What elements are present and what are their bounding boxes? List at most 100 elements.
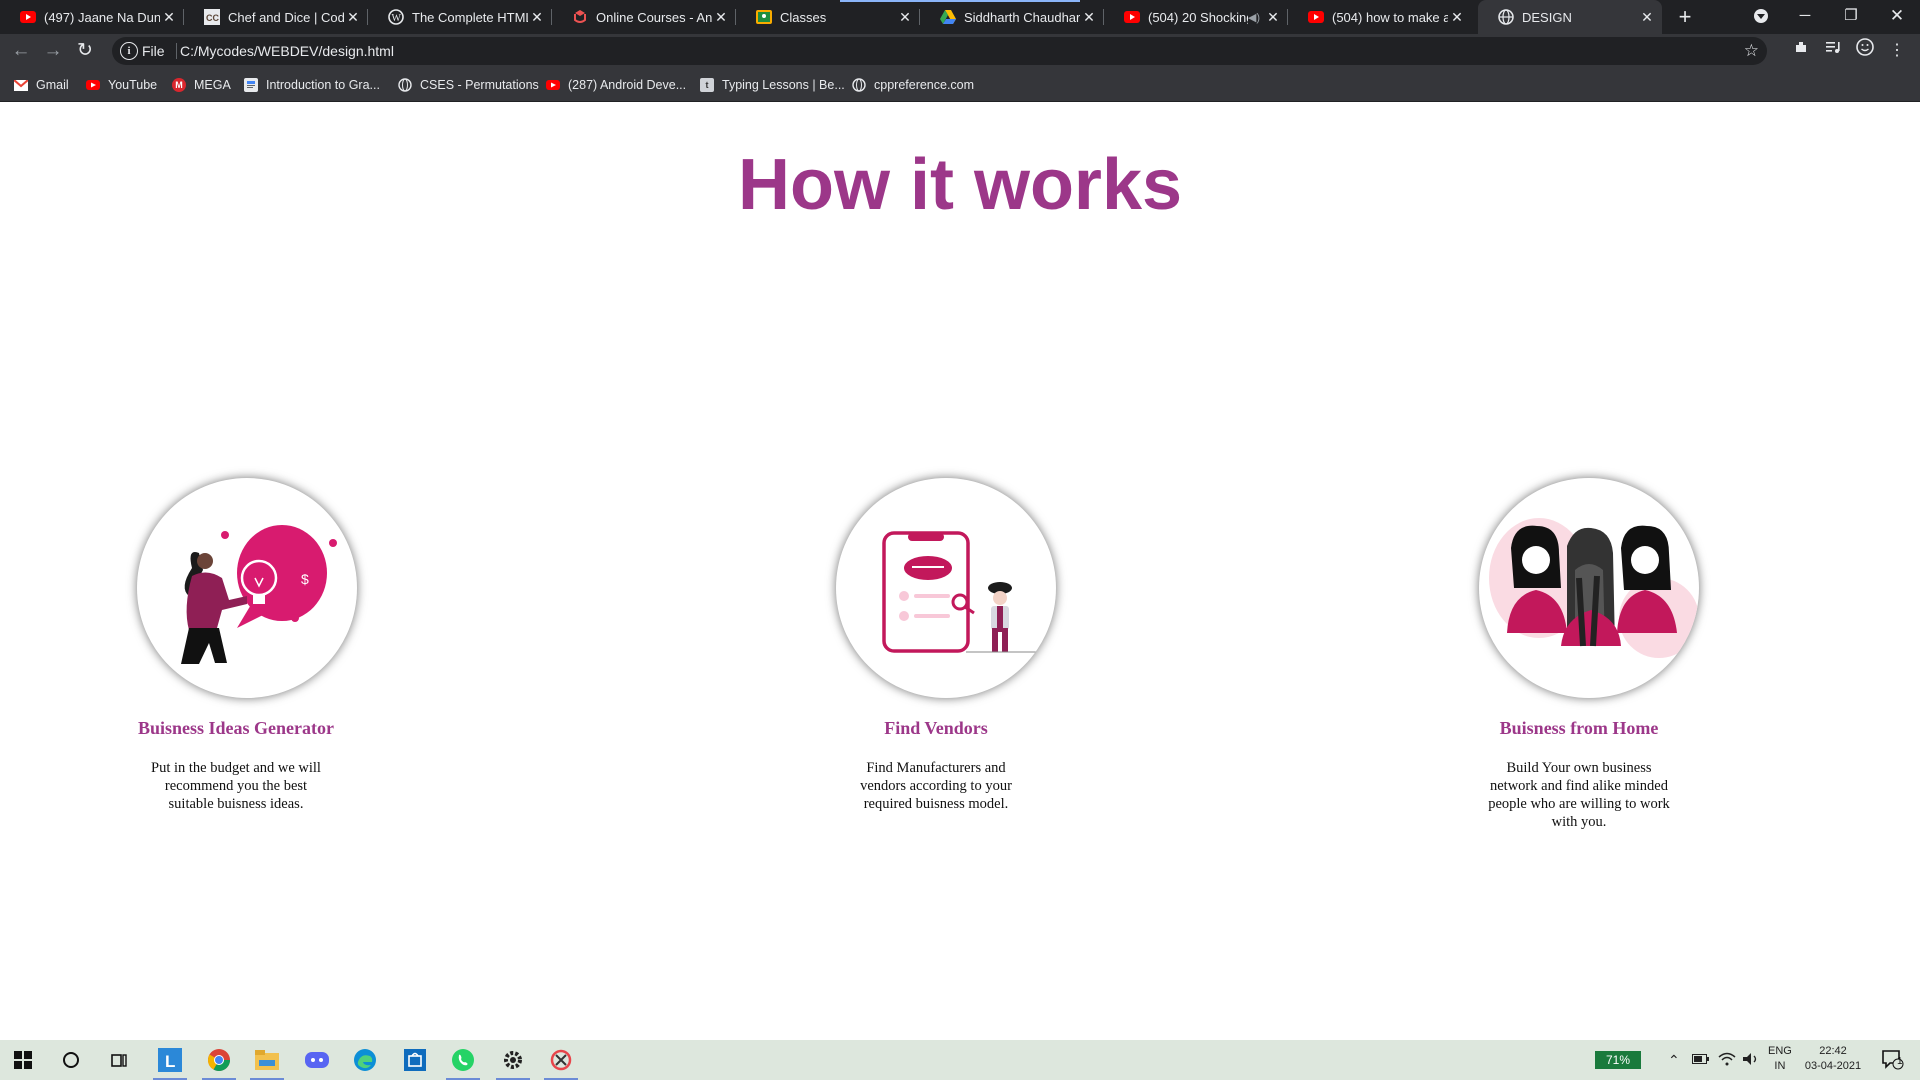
bookmark-label: Introduction to Gra... <box>266 78 380 92</box>
battery-icon[interactable] <box>1692 1052 1710 1068</box>
windows-start-icon[interactable] <box>0 1040 46 1080</box>
close-window-icon[interactable]: ✕ <box>1874 0 1920 34</box>
wifi-icon[interactable] <box>1718 1052 1736 1069</box>
url-text[interactable]: C:/Mycodes/WEBDEV/design.html <box>180 43 394 59</box>
profile-icon[interactable] <box>1738 0 1784 34</box>
tab-title: Chef and Dice | CodeC <box>228 9 344 25</box>
close-icon[interactable]: ✕ <box>1264 9 1282 26</box>
close-icon[interactable]: ✕ <box>1448 9 1466 26</box>
language-indicator[interactable]: ENG IN <box>1768 1044 1792 1074</box>
card-description: Build Your own business network and find… <box>1488 760 1670 830</box>
language-code: ENG <box>1768 1045 1792 1057</box>
bookmark-label: Typing Lessons | Be... <box>722 78 845 92</box>
extensions-icon[interactable] <box>1788 38 1814 64</box>
tab-1[interactable]: (497) Jaane Na Dunga ✕ <box>0 0 184 34</box>
back-icon[interactable]: ← <box>8 38 34 64</box>
star-icon[interactable]: ☆ <box>1744 41 1759 61</box>
tab-5[interactable]: Classes ✕ <box>736 0 920 34</box>
youtube-icon <box>1308 9 1324 25</box>
udemy-icon <box>572 9 588 25</box>
store-icon[interactable] <box>392 1040 438 1080</box>
tab-7[interactable]: (504) 20 Shocking ◀) ✕ <box>1104 0 1288 34</box>
woman-with-lightbulb-illustration: $ <box>137 478 357 698</box>
bookmark-label: CSES - Permutations <box>420 78 539 92</box>
forward-icon[interactable]: → <box>40 38 66 64</box>
l-app-icon[interactable]: L <box>147 1040 193 1080</box>
browser-toolbar: ← → ↻ i File C:/Mycodes/WEBDEV/design.ht… <box>0 34 1920 68</box>
bookmark-label: YouTube <box>108 78 158 92</box>
close-icon[interactable]: ✕ <box>528 9 546 26</box>
restore-icon[interactable]: ❐ <box>1828 0 1874 34</box>
tab-title: (504) 20 Shocking <box>1148 9 1248 25</box>
bookmark-gmail[interactable]: Gmail <box>14 77 69 93</box>
clock-date: 03-04-2021 <box>1804 1060 1862 1072</box>
tab-8[interactable]: (504) how to make a w ✕ <box>1288 0 1472 34</box>
page-viewport: How it works $ Buisness Ideas Generator … <box>0 102 1920 1040</box>
bookmark-label: Gmail <box>36 78 69 92</box>
chrome-icon[interactable] <box>196 1040 242 1080</box>
volume-icon[interactable] <box>1742 1052 1760 1069</box>
tab-2[interactable]: CC Chef and Dice | CodeC ✕ <box>184 0 368 34</box>
clock-time: 22:42 <box>1819 1045 1847 1057</box>
google-drive-icon <box>940 9 956 25</box>
edge-icon[interactable] <box>342 1040 388 1080</box>
tab-title: Online Courses - Anyti <box>596 9 712 25</box>
close-icon[interactable]: ✕ <box>896 9 914 26</box>
settings-icon[interactable] <box>490 1040 536 1080</box>
address-bar[interactable]: i File C:/Mycodes/WEBDEV/design.html ☆ <box>112 37 1767 65</box>
snip-icon[interactable] <box>538 1040 584 1080</box>
card-description: Put in the budget and we will recommend … <box>151 760 321 812</box>
close-icon[interactable]: ✕ <box>1638 9 1656 26</box>
discord-icon[interactable] <box>294 1040 340 1080</box>
windows-taskbar: L 71% ⌃ ENG IN 22:42 03-04-2021 1 <box>0 1040 1920 1080</box>
reload-icon[interactable]: ↻ <box>72 38 98 64</box>
chevron-up-icon[interactable]: ⌃ <box>1668 1052 1680 1069</box>
card-title: Find Vendors <box>884 718 988 738</box>
bookmark-typing-lessons[interactable]: t Typing Lessons | Be... <box>700 77 845 93</box>
globe-icon <box>1498 9 1514 25</box>
globe-icon <box>852 78 866 92</box>
bookmark-intro-graph[interactable]: Introduction to Gra... <box>244 77 380 93</box>
file-explorer-icon[interactable] <box>244 1040 290 1080</box>
search-icon[interactable] <box>48 1040 94 1080</box>
tab-title: Classes <box>780 9 827 25</box>
bookmark-youtube[interactable]: YouTube <box>86 77 157 93</box>
close-icon[interactable]: ✕ <box>712 9 730 26</box>
card-title: Buisness from Home <box>1499 718 1659 738</box>
tab-4[interactable]: Online Courses - Anyti ✕ <box>552 0 736 34</box>
close-icon[interactable]: ✕ <box>1080 9 1098 26</box>
card-title: Buisness Ideas Generator <box>137 718 334 738</box>
bookmark-page-icon <box>244 78 258 92</box>
youtube-icon <box>20 9 36 25</box>
avatar-icon[interactable] <box>1852 38 1878 64</box>
minimize-icon[interactable]: ─ <box>1782 0 1828 34</box>
bookmark-android-dev[interactable]: (287) Android Deve... <box>546 77 686 93</box>
bookmark-label: MEGA <box>194 78 231 92</box>
three-women-illustration <box>1479 478 1699 698</box>
tab-3[interactable]: W The Complete HTML& ✕ <box>368 0 552 34</box>
menu-kebab-icon[interactable]: ⋮ <box>1884 38 1910 64</box>
bookmark-cses[interactable]: CSES - Permutations <box>398 77 539 93</box>
tab-9-active[interactable]: DESIGN ✕ <box>1478 0 1662 34</box>
tab-6[interactable]: Siddharth Chaudhary ✕ <box>920 0 1104 34</box>
youtube-icon <box>546 78 560 92</box>
youtube-icon <box>1124 9 1140 25</box>
svg-text:W: W <box>392 13 402 24</box>
task-view-icon[interactable] <box>96 1040 142 1080</box>
battery-percentage-badge[interactable]: 71% <box>1595 1051 1641 1069</box>
bookmark-cppreference[interactable]: cppreference.com <box>852 77 974 93</box>
media-control-icon[interactable] <box>1820 38 1846 64</box>
notification-center-icon[interactable]: 1 <box>1870 1040 1916 1080</box>
speaker-muted-icon[interactable]: ◀) <box>1248 11 1260 24</box>
tab-strip: (497) Jaane Na Dunga ✕ CC Chef and Dice … <box>0 0 1920 34</box>
clock[interactable]: 22:42 03-04-2021 <box>1798 1044 1868 1074</box>
close-icon[interactable]: ✕ <box>160 9 178 26</box>
whatsapp-icon[interactable] <box>440 1040 486 1080</box>
codechef-icon: CC <box>204 9 220 25</box>
notification-count: 1 <box>1897 1056 1903 1067</box>
info-icon[interactable]: i <box>120 42 138 60</box>
close-icon[interactable]: ✕ <box>344 9 362 26</box>
new-tab-button[interactable]: + <box>1672 4 1698 30</box>
bookmark-mega[interactable]: M MEGA <box>172 77 231 93</box>
mega-icon: M <box>172 78 186 92</box>
